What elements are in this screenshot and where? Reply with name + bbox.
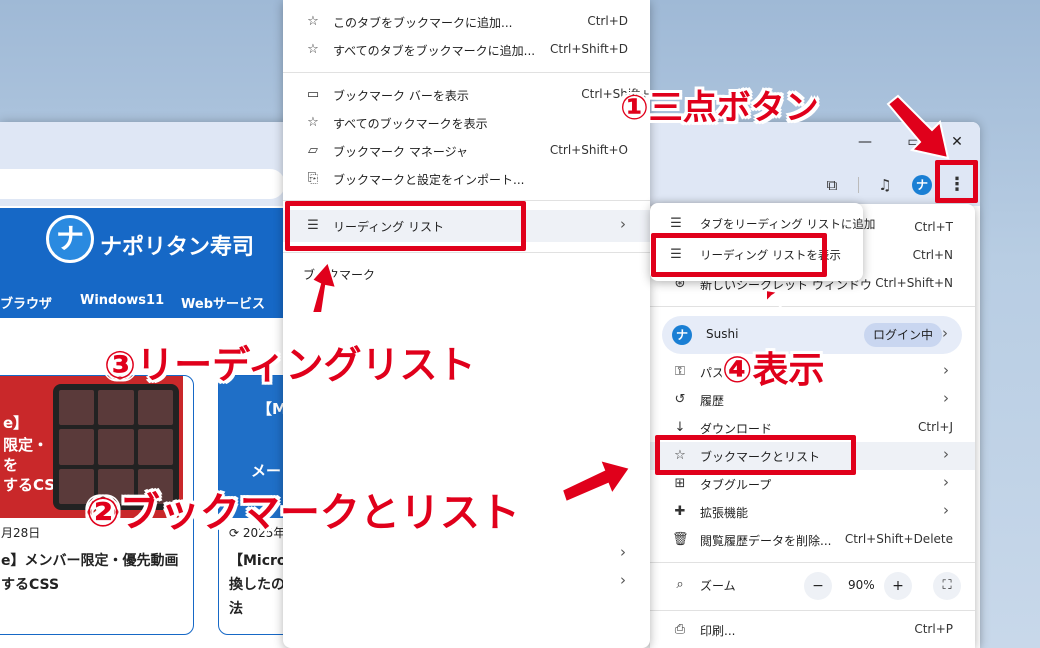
annotation-arrows	[310, 94, 950, 504]
callout-step1: ①三点ボタン	[620, 88, 819, 128]
arrow-icon	[310, 94, 950, 504]
callout-step4: ④表示	[722, 350, 825, 391]
callout-step2: ②ブックマークとリスト	[86, 490, 520, 536]
callout-step3: ③リーディングリスト	[104, 343, 476, 387]
